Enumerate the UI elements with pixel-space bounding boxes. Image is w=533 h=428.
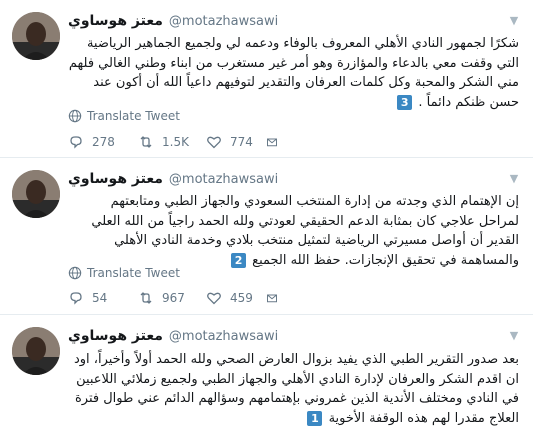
number-badge: 2 — [231, 252, 247, 268]
reply-icon — [70, 136, 82, 149]
translate-tweet-link[interactable]: Translate Tweet — [68, 109, 180, 123]
translate-label: Translate Tweet — [87, 266, 180, 280]
globe-icon — [68, 109, 82, 123]
tweet-text-content: شكرًا لجمهور النادي الأهلي المعروف بالوف… — [68, 36, 519, 110]
like-count: 774 — [230, 135, 253, 149]
tweet-header: معتز هوساوي @motazhawsawi ▼ — [68, 169, 521, 189]
retweet-button[interactable]: 1.5K — [138, 134, 206, 150]
tweet-header: معتز هوساوي @motazhawsawi ▼ — [68, 326, 521, 346]
retweet-count: 1.5K — [162, 135, 189, 149]
reply-count: 54 — [92, 291, 108, 305]
tweet[interactable]: معتز هوساوي @motazhawsawi ▼ شكرًا لجمهور… — [0, 0, 533, 158]
chevron-down-icon[interactable]: ▼ — [507, 14, 521, 28]
chevron-down-icon[interactable]: ▼ — [507, 329, 521, 343]
tweet-text-content: إن الإهتمام الذي وجدته من إدارة المنتخب … — [91, 194, 519, 268]
retweet-count: 967 — [162, 291, 185, 305]
direct-message-button[interactable] — [266, 290, 286, 306]
chevron-down-icon[interactable]: ▼ — [507, 172, 521, 186]
reply-button[interactable]: 54 — [68, 290, 138, 306]
number-badge: 3 — [397, 94, 413, 110]
retweet-button[interactable]: 967 — [138, 290, 206, 306]
tweet-text: شكرًا لجمهور النادي الأهلي المعروف بالوف… — [68, 34, 519, 112]
like-button[interactable]: 774 — [206, 134, 266, 150]
tweet[interactable]: معتز هوساوي @motazhawsawi ▼ بعد صدور الت… — [0, 315, 533, 426]
tweet[interactable]: معتز هوساوي @motazhawsawi ▼ إن الإهتمام … — [0, 158, 533, 315]
reply-icon — [70, 292, 82, 305]
like-icon — [207, 292, 221, 305]
translate-tweet-link[interactable]: Translate Tweet — [68, 266, 180, 280]
author-name[interactable]: معتز هوساوي — [68, 171, 163, 187]
avatar[interactable] — [12, 327, 60, 375]
globe-icon — [68, 266, 82, 280]
direct-message-icon — [267, 138, 277, 147]
tweet-text: إن الإهتمام الذي وجدته من إدارة المنتخب … — [68, 192, 519, 270]
tweet-text-content: بعد صدور التقرير الطبي الذي يفيد بزوال ا… — [73, 352, 519, 426]
tweet-header: معتز هوساوي @motazhawsawi ▼ — [68, 11, 521, 31]
translate-label: Translate Tweet — [87, 109, 180, 123]
direct-message-button[interactable] — [266, 134, 286, 150]
number-badge: 1 — [307, 410, 323, 426]
avatar[interactable] — [12, 12, 60, 60]
tweet-actions: 54 967 459 — [68, 290, 286, 306]
timeline-feed: معتز هوساوي @motazhawsawi ▼ شكرًا لجمهور… — [0, 0, 533, 426]
author-handle[interactable]: @motazhawsawi — [169, 14, 278, 29]
like-button[interactable]: 459 — [206, 290, 266, 306]
avatar[interactable] — [12, 170, 60, 218]
like-icon — [207, 136, 221, 149]
tweet-actions: 278 1.5K 774 — [68, 134, 286, 150]
reply-count: 278 — [92, 135, 115, 149]
retweet-icon — [140, 136, 152, 148]
author-name[interactable]: معتز هوساوي — [68, 13, 163, 29]
direct-message-icon — [267, 294, 277, 303]
retweet-icon — [140, 292, 152, 304]
author-name[interactable]: معتز هوساوي — [68, 328, 163, 344]
like-count: 459 — [230, 291, 253, 305]
tweet-text: بعد صدور التقرير الطبي الذي يفيد بزوال ا… — [68, 350, 519, 428]
author-handle[interactable]: @motazhawsawi — [169, 172, 278, 187]
reply-button[interactable]: 278 — [68, 134, 138, 150]
author-handle[interactable]: @motazhawsawi — [169, 329, 278, 344]
